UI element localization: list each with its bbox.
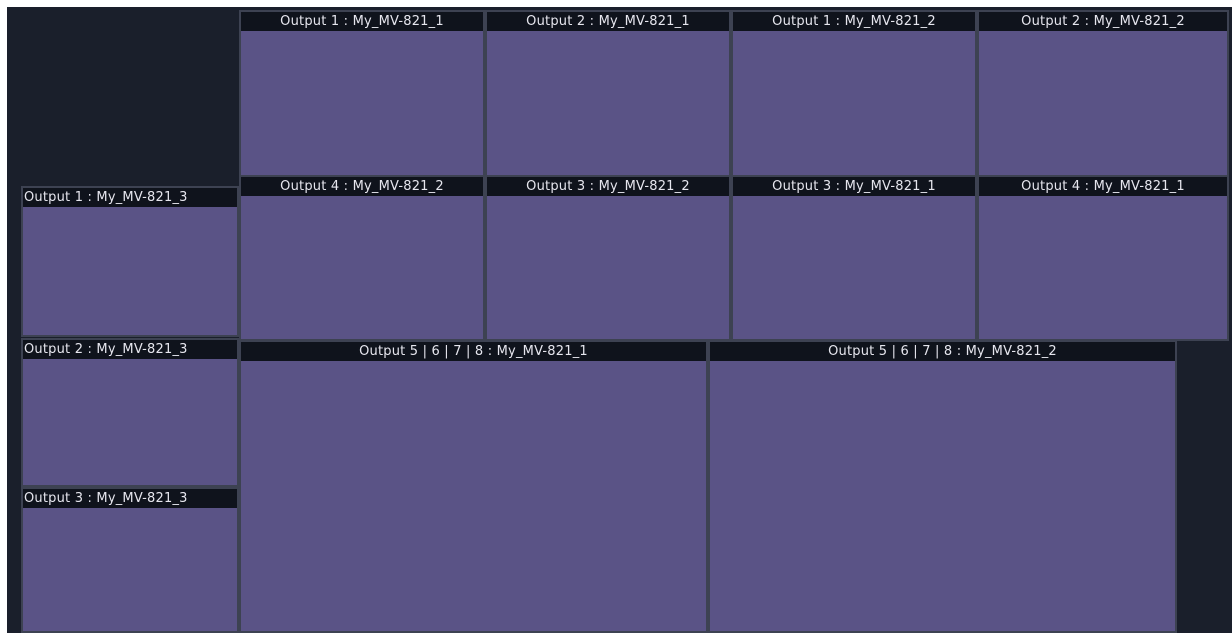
- tile-title: Output 3 : My_MV-821_3: [23, 489, 237, 508]
- output-tile[interactable]: Output 4 : My_MV-821_2: [239, 175, 485, 341]
- tile-title: Output 2 : My_MV-821_1: [487, 12, 729, 31]
- output-tile[interactable]: Output 1 : My_MV-821_2: [731, 10, 977, 177]
- tile-title: Output 1 : My_MV-821_2: [733, 12, 975, 31]
- tile-title: Output 1 : My_MV-821_3: [23, 188, 237, 207]
- tile-title: Output 2 : My_MV-821_2: [979, 12, 1227, 31]
- output-tile-large[interactable]: Output 5 | 6 | 7 | 8 : My_MV-821_1: [239, 340, 708, 633]
- output-tile[interactable]: Output 2 : My_MV-821_2: [977, 10, 1229, 177]
- tile-title: Output 3 : My_MV-821_2: [487, 177, 729, 196]
- output-tile[interactable]: Output 3 : My_MV-821_3: [21, 487, 239, 633]
- tile-title: Output 4 : My_MV-821_1: [979, 177, 1227, 196]
- tile-title: Output 5 | 6 | 7 | 8 : My_MV-821_1: [241, 342, 706, 361]
- tile-title: Output 3 : My_MV-821_1: [733, 177, 975, 196]
- tile-title: Output 4 : My_MV-821_2: [241, 177, 483, 196]
- output-tile[interactable]: Output 1 : My_MV-821_3: [21, 186, 239, 337]
- tile-title: Output 2 : My_MV-821_3: [23, 340, 237, 359]
- output-tile[interactable]: Output 3 : My_MV-821_2: [485, 175, 731, 341]
- output-tile[interactable]: Output 4 : My_MV-821_1: [977, 175, 1229, 341]
- tile-title: Output 5 | 6 | 7 | 8 : My_MV-821_2: [710, 342, 1175, 361]
- output-tile[interactable]: Output 1 : My_MV-821_1: [239, 10, 485, 177]
- output-tile-large[interactable]: Output 5 | 6 | 7 | 8 : My_MV-821_2: [708, 340, 1177, 633]
- output-tile[interactable]: Output 2 : My_MV-821_1: [485, 10, 731, 177]
- output-tile[interactable]: Output 2 : My_MV-821_3: [21, 338, 239, 487]
- tile-title: Output 1 : My_MV-821_1: [241, 12, 483, 31]
- multiviewer-canvas: Output 1 : My_MV-821_1 Output 2 : My_MV-…: [7, 7, 1232, 633]
- output-tile[interactable]: Output 3 : My_MV-821_1: [731, 175, 977, 341]
